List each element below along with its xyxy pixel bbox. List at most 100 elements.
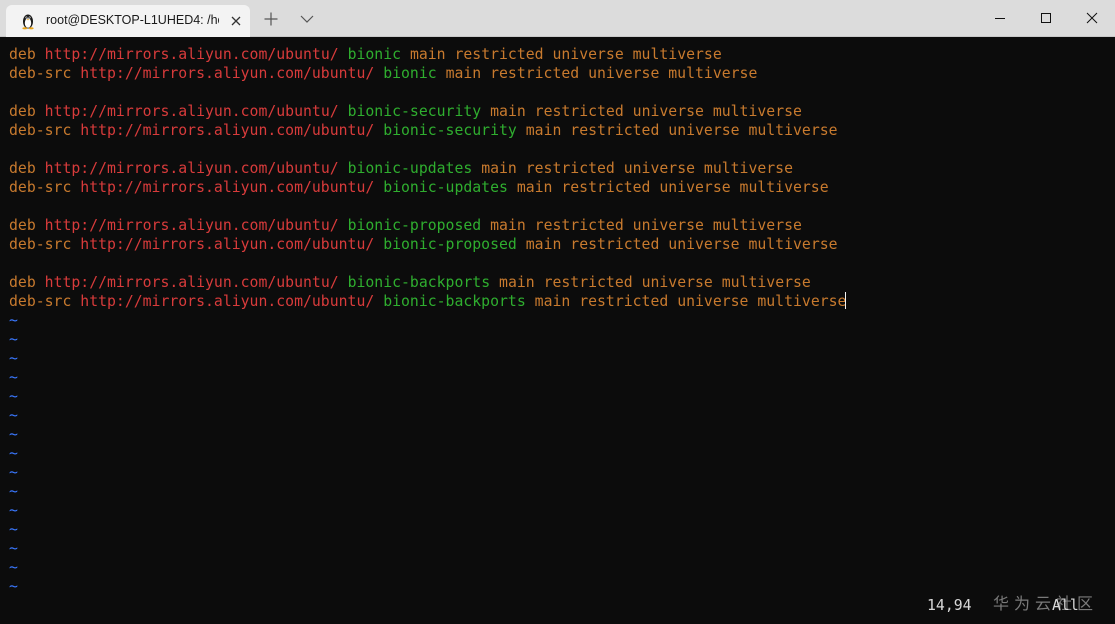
tab-title: root@DESKTOP-L1UHED4: /home xyxy=(46,13,219,27)
line-suite: bionic-updates xyxy=(347,160,473,177)
empty-line-marker: ~ xyxy=(9,444,846,463)
sources-list-line: deb-src http://mirrors.aliyun.com/ubuntu… xyxy=(9,121,846,140)
empty-line-marker: ~ xyxy=(9,463,846,482)
title-bar: root@DESKTOP-L1UHED4: /home xyxy=(0,0,1115,37)
line-components: main restricted universe multiverse xyxy=(445,65,758,82)
empty-line-marker: ~ xyxy=(9,482,846,501)
tilde-marker: ~ xyxy=(9,464,18,481)
tilde-marker: ~ xyxy=(9,331,18,348)
line-components: main restricted universe multiverse xyxy=(409,46,722,63)
line-keyword: deb-src xyxy=(9,122,72,139)
sources-list-line: deb-src http://mirrors.aliyun.com/ubuntu… xyxy=(9,64,846,83)
terminal-content[interactable]: deb http://mirrors.aliyun.com/ubuntu/ bi… xyxy=(0,37,1115,624)
line-url: http://mirrors.aliyun.com/ubuntu/ xyxy=(80,122,375,139)
sources-list-line: deb http://mirrors.aliyun.com/ubuntu/ bi… xyxy=(9,102,846,121)
maximize-button[interactable] xyxy=(1023,0,1069,36)
scrollbar[interactable] xyxy=(1105,37,1115,624)
line-suite: bionic-security xyxy=(383,122,517,139)
line-keyword: deb xyxy=(9,217,36,234)
editor-buffer[interactable]: deb http://mirrors.aliyun.com/ubuntu/ bi… xyxy=(9,45,847,596)
empty-line-marker: ~ xyxy=(9,311,846,330)
sources-list-line: deb http://mirrors.aliyun.com/ubuntu/ bi… xyxy=(9,273,846,292)
line-url: http://mirrors.aliyun.com/ubuntu/ xyxy=(44,160,339,177)
tilde-marker: ~ xyxy=(9,521,18,538)
line-suite: bionic-backports xyxy=(383,293,526,310)
terminal-window: root@DESKTOP-L1UHED4: /home xyxy=(0,0,1115,624)
empty-line-marker: ~ xyxy=(9,501,846,520)
line-components: main restricted universe multiverse xyxy=(481,160,793,177)
tilde-marker: ~ xyxy=(9,350,18,367)
text-cursor xyxy=(845,292,847,309)
line-url: http://mirrors.aliyun.com/ubuntu/ xyxy=(44,103,339,120)
sources-list-line: deb-src http://mirrors.aliyun.com/ubuntu… xyxy=(9,292,847,311)
line-suite: bionic xyxy=(347,46,402,63)
tilde-marker: ~ xyxy=(9,388,18,405)
sources-list-line: deb-src http://mirrors.aliyun.com/ubuntu… xyxy=(9,235,846,254)
line-suite: bionic-updates xyxy=(383,179,508,196)
empty-line-marker: ~ xyxy=(9,368,846,387)
minimize-icon xyxy=(995,18,1005,19)
line-url: http://mirrors.aliyun.com/ubuntu/ xyxy=(80,293,375,310)
line-suite: bionic-backports xyxy=(347,274,491,291)
line-url: http://mirrors.aliyun.com/ubuntu/ xyxy=(44,46,339,63)
sources-list-line: deb http://mirrors.aliyun.com/ubuntu/ bi… xyxy=(9,159,846,178)
line-components: main restricted universe multiverse xyxy=(534,293,847,310)
tilde-marker: ~ xyxy=(9,369,18,386)
tilde-marker: ~ xyxy=(9,445,18,462)
close-tab-icon[interactable] xyxy=(228,13,244,29)
line-components: main restricted universe multiverse xyxy=(490,217,802,234)
empty-line-marker: ~ xyxy=(9,425,846,444)
cursor-position: 14,94 xyxy=(927,597,972,614)
line-url: http://mirrors.aliyun.com/ubuntu/ xyxy=(44,217,339,234)
sources-list-line: deb http://mirrors.aliyun.com/ubuntu/ bi… xyxy=(9,45,846,64)
line-keyword: deb-src xyxy=(9,179,72,196)
line-suite: bionic xyxy=(383,65,437,82)
minimize-button[interactable] xyxy=(977,0,1023,36)
tilde-marker: ~ xyxy=(9,502,18,519)
close-window-button[interactable] xyxy=(1069,0,1115,36)
tilde-marker: ~ xyxy=(9,426,18,443)
tilde-marker: ~ xyxy=(9,483,18,500)
empty-line-marker: ~ xyxy=(9,558,846,577)
line-keyword: deb xyxy=(9,274,36,291)
line-keyword: deb-src xyxy=(9,65,72,82)
empty-line-marker: ~ xyxy=(9,577,846,596)
linux-penguin-icon xyxy=(22,14,34,30)
watermark: 华为云社区 xyxy=(993,594,1099,613)
line-keyword: deb xyxy=(9,160,36,177)
empty-line-marker: ~ xyxy=(9,406,846,425)
line-keyword: deb-src xyxy=(9,236,72,253)
close-icon xyxy=(1086,12,1098,24)
line-keyword: deb xyxy=(9,103,36,120)
line-components: main restricted universe multiverse xyxy=(525,122,838,139)
line-keyword: deb-src xyxy=(9,293,72,310)
line-url: http://mirrors.aliyun.com/ubuntu/ xyxy=(80,65,375,82)
scroll-position: All xyxy=(1052,597,1079,614)
line-components: main restricted universe multiverse xyxy=(516,179,829,196)
line-keyword: deb xyxy=(9,46,36,63)
line-suite: bionic-proposed xyxy=(347,217,482,234)
line-url: http://mirrors.aliyun.com/ubuntu/ xyxy=(80,236,375,253)
tilde-marker: ~ xyxy=(9,312,18,329)
empty-line-marker: ~ xyxy=(9,349,846,368)
line-components: main restricted universe multiverse xyxy=(525,236,838,253)
tilde-marker: ~ xyxy=(9,559,18,576)
line-components: main restricted universe multiverse xyxy=(499,274,811,291)
sources-list-line: deb-src http://mirrors.aliyun.com/ubuntu… xyxy=(9,178,846,197)
terminal-tab[interactable]: root@DESKTOP-L1UHED4: /home xyxy=(6,5,250,37)
empty-line-marker: ~ xyxy=(9,330,846,349)
plus-icon[interactable] xyxy=(263,11,279,27)
maximize-icon xyxy=(1041,13,1051,23)
empty-line-marker: ~ xyxy=(9,387,846,406)
empty-line-marker: ~ xyxy=(9,520,846,539)
line-url: http://mirrors.aliyun.com/ubuntu/ xyxy=(80,179,375,196)
tilde-marker: ~ xyxy=(9,407,18,424)
chevron-down-icon[interactable] xyxy=(299,12,315,26)
line-suite: bionic-security xyxy=(347,103,482,120)
line-components: main restricted universe multiverse xyxy=(490,103,802,120)
tilde-marker: ~ xyxy=(9,578,18,595)
